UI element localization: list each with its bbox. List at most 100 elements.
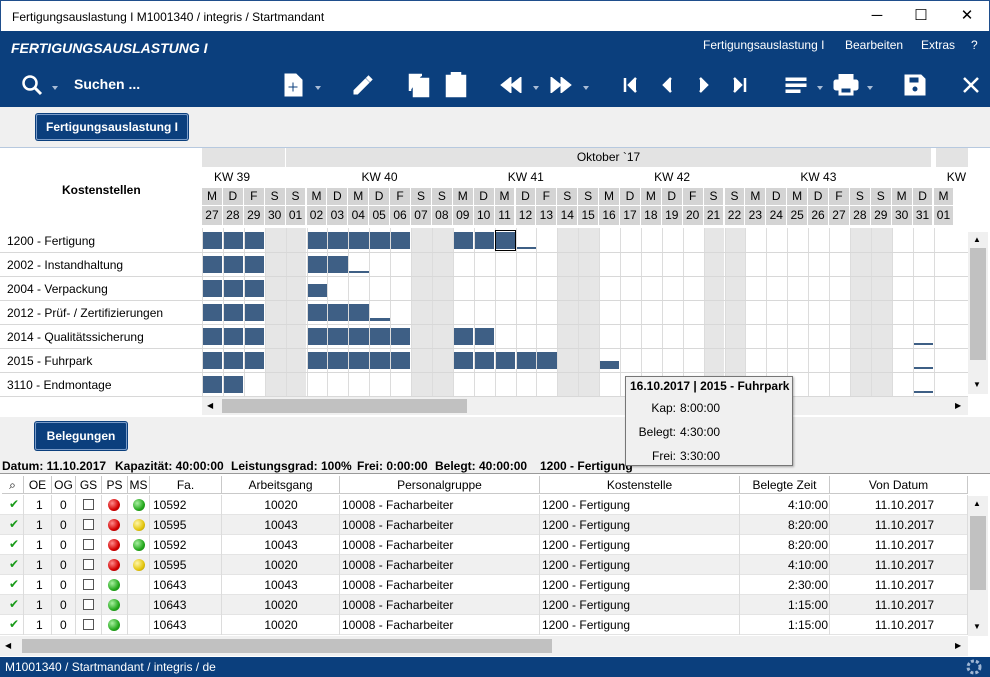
copy-icon[interactable] <box>406 71 432 99</box>
print-icon[interactable] <box>832 71 860 99</box>
fast-forward-icon[interactable] <box>548 71 574 99</box>
load-bar[interactable] <box>370 328 390 345</box>
last-record-icon[interactable] <box>728 71 750 99</box>
column-header[interactable]: Personalgruppe <box>340 476 540 494</box>
load-bar[interactable] <box>307 352 327 369</box>
load-bar[interactable] <box>244 328 265 345</box>
load-bar[interactable] <box>223 352 244 369</box>
edit-pencil-icon[interactable] <box>350 71 376 99</box>
load-bar[interactable] <box>244 232 265 249</box>
save-icon[interactable] <box>902 71 928 99</box>
list-dropdown-icon[interactable] <box>817 86 823 90</box>
cost-center-label[interactable]: 2014 - Qualitätssicherung <box>7 330 144 344</box>
load-bar[interactable] <box>453 352 474 369</box>
menu-fertigungsauslastung[interactable]: Fertigungsauslastung I <box>703 38 824 52</box>
cost-center-label[interactable]: 1200 - Fertigung <box>7 234 95 248</box>
gs-checkbox[interactable] <box>83 519 94 530</box>
gs-checkbox[interactable] <box>83 599 94 610</box>
load-bar[interactable] <box>307 232 327 249</box>
search-dropdown-icon[interactable] <box>52 86 58 90</box>
minimize-button[interactable]: ─ <box>867 6 887 26</box>
column-header[interactable]: GS <box>76 476 102 494</box>
column-header[interactable]: Arbeitsgang <box>222 476 340 494</box>
new-dropdown-icon[interactable] <box>315 86 321 90</box>
load-bar[interactable] <box>913 343 933 345</box>
load-bar[interactable] <box>391 328 411 345</box>
load-bar[interactable] <box>349 232 369 249</box>
load-bar[interactable] <box>328 232 348 249</box>
table-row[interactable]: ✔ 1 0 10643 10043 10008 - Facharbeiter 1200 - … <box>0 575 968 595</box>
load-bar[interactable] <box>307 304 327 321</box>
fast-forward-dropdown-icon[interactable] <box>583 86 589 90</box>
load-bar[interactable] <box>223 256 244 273</box>
belegungen-button[interactable]: Belegungen <box>35 422 127 450</box>
load-bar[interactable] <box>474 328 495 345</box>
previous-record-icon[interactable] <box>657 71 679 99</box>
load-bar[interactable] <box>474 232 495 249</box>
load-bar[interactable] <box>453 328 474 345</box>
load-bar[interactable] <box>391 352 411 369</box>
scroll-right-icon[interactable]: ▶ <box>955 401 961 410</box>
load-bar[interactable] <box>516 247 536 249</box>
table-scroll-down-icon[interactable]: ▼ <box>973 622 981 631</box>
load-bar[interactable] <box>391 232 411 249</box>
table-vertical-scrollbar[interactable]: ▲ ▼ <box>968 496 988 636</box>
load-bar[interactable] <box>223 232 244 249</box>
load-bar[interactable] <box>349 271 369 273</box>
maximize-button[interactable]: ☐ <box>911 6 931 26</box>
load-bar[interactable] <box>516 352 536 369</box>
scroll-up-icon[interactable]: ▲ <box>973 235 981 244</box>
gs-checkbox[interactable] <box>83 579 94 590</box>
load-bar[interactable] <box>203 304 223 321</box>
load-bar[interactable] <box>453 232 474 249</box>
table-scroll-right-icon[interactable]: ▶ <box>955 641 961 650</box>
column-header[interactable]: PS <box>102 476 128 494</box>
list-menu-icon[interactable] <box>784 71 808 99</box>
load-bar[interactable] <box>203 352 223 369</box>
load-bar[interactable] <box>203 328 223 345</box>
fertigungsauslastung-button[interactable]: Fertigungsauslastung I <box>36 114 188 140</box>
column-header[interactable]: Fa. <box>150 476 222 494</box>
column-header[interactable]: OE <box>24 476 52 494</box>
load-bar[interactable] <box>307 284 327 297</box>
gantt-vertical-scrollbar[interactable]: ▲ ▼ <box>968 232 988 394</box>
load-bar[interactable] <box>244 352 265 369</box>
column-header[interactable]: MS <box>128 476 150 494</box>
gantt-hscroll-thumb[interactable] <box>222 399 467 413</box>
fast-backward-icon[interactable] <box>498 71 524 99</box>
fast-backward-dropdown-icon[interactable] <box>533 86 539 90</box>
load-bar[interactable] <box>600 360 620 369</box>
load-bar[interactable] <box>474 352 495 369</box>
menu-bearbeiten[interactable]: Bearbeiten <box>845 38 903 52</box>
load-bar[interactable] <box>328 352 348 369</box>
load-bar[interactable] <box>370 232 390 249</box>
load-bar[interactable] <box>203 280 223 297</box>
load-bar[interactable] <box>349 304 369 321</box>
load-bar[interactable] <box>203 256 223 273</box>
gs-checkbox[interactable] <box>83 619 94 630</box>
load-bar[interactable] <box>307 256 327 273</box>
next-record-icon[interactable] <box>692 71 714 99</box>
table-row[interactable]: ✔ 1 0 10643 10020 10008 - Facharbeiter 1200 - … <box>0 615 968 635</box>
load-bar[interactable] <box>913 391 933 393</box>
gs-checkbox[interactable] <box>83 499 94 510</box>
load-bar[interactable] <box>537 352 557 369</box>
gantt-horizontal-scrollbar[interactable]: ◀ ▶ <box>202 397 968 415</box>
load-bar[interactable] <box>223 376 244 393</box>
load-bar[interactable] <box>349 352 369 369</box>
load-bar[interactable] <box>370 352 390 369</box>
first-record-icon[interactable] <box>620 71 642 99</box>
load-bar[interactable] <box>913 367 933 369</box>
load-bar[interactable] <box>349 328 369 345</box>
table-row[interactable]: ✔ 1 0 10643 10020 10008 - Facharbeiter 1200 - … <box>0 595 968 615</box>
load-bar[interactable] <box>370 317 390 321</box>
cost-center-label[interactable]: 2004 - Verpackung <box>7 282 108 296</box>
table-scroll-up-icon[interactable]: ▲ <box>973 499 981 508</box>
load-bar[interactable] <box>495 352 515 369</box>
table-row[interactable]: ✔ 1 0 10592 10043 10008 - Facharbeiter 1200 - … <box>0 535 968 555</box>
load-bar[interactable] <box>223 328 244 345</box>
close-icon[interactable] <box>959 71 983 99</box>
scroll-down-icon[interactable]: ▼ <box>973 380 981 389</box>
column-header[interactable]: Von Datum <box>830 476 968 494</box>
column-header[interactable]: Belegte Zeit <box>740 476 830 494</box>
